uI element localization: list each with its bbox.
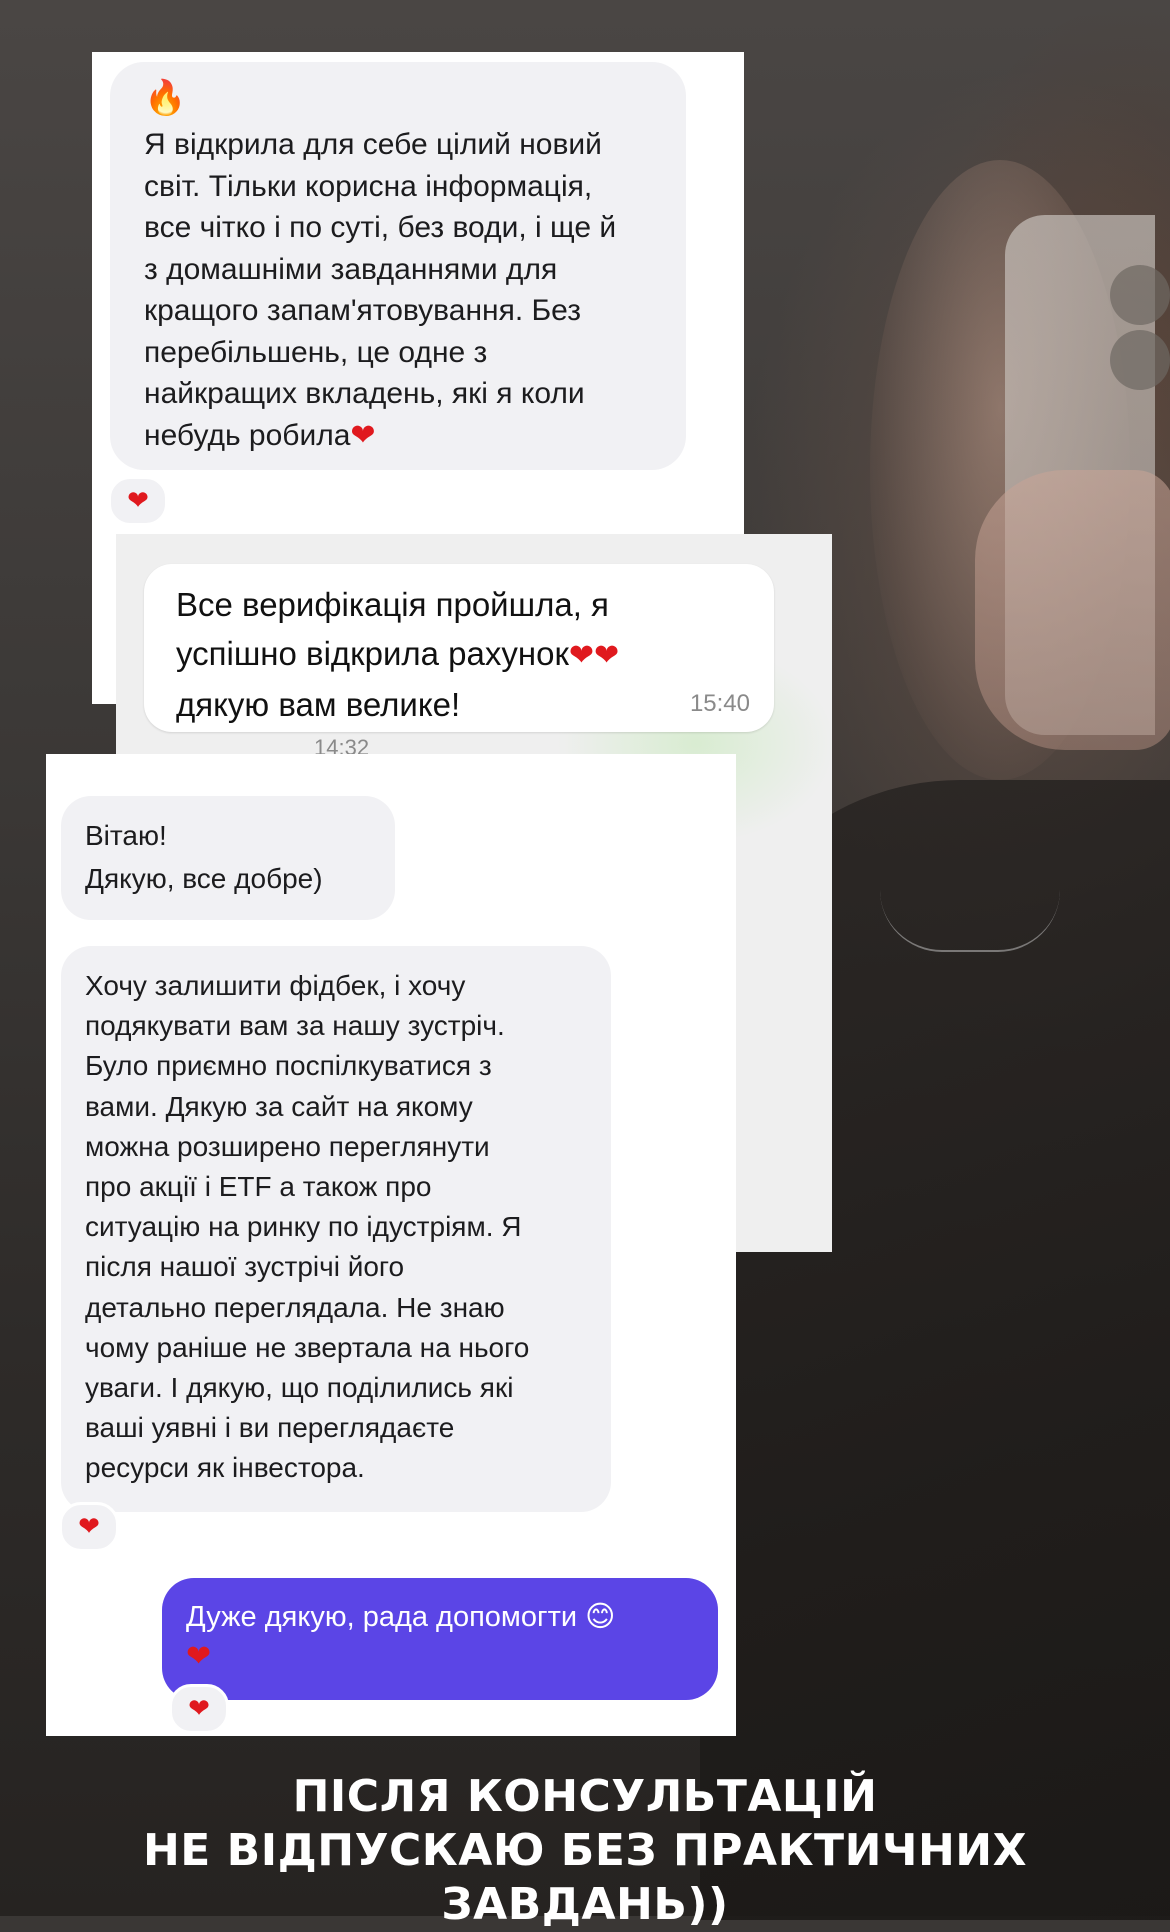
heart-icon: ❤❤ [568,638,620,673]
heart-reaction-icon[interactable]: ❤ [59,1502,119,1552]
incoming-message-bubble: Вітаю! Дякую, все добре) [61,796,395,920]
background-phone-camera [1110,265,1170,325]
outgoing-message-bubble: Дуже дякую, рада допомогти 😊 ❤ [162,1578,718,1700]
message-timestamp: 15:40 [689,690,750,717]
heart-icon: ❤ [350,417,376,453]
incoming-message-bubble: Хочу залишити фідбек, і хочу подякувати … [61,946,611,1512]
caption-line: ПІСЛЯ КОНСУЛЬТАЦІЙ [292,1771,878,1822]
story-caption: ПІСЛЯ КОНСУЛЬТАЦІЙ НЕ ВІДПУСКАЮ БЕЗ ПРАК… [0,1770,1170,1932]
fire-icon: 🔥 [144,78,187,118]
message-text: Все верифікація пройшла, я успішно відкр… [176,586,620,723]
message-text: Дуже дякую, рада допомогти 😊 ❤ [186,1601,616,1674]
background-phone-camera [1110,330,1170,390]
incoming-message-bubble: 🔥 Я відкрила для себе цілий новий світ. … [110,62,686,470]
message-text: Вітаю! Дякую, все добре) [85,820,323,894]
heart-reaction-icon[interactable]: ❤ [169,1684,229,1734]
incoming-message-bubble: Все верифікація пройшла, я успішно відкр… [144,564,774,732]
heart-icon: ❤ [186,1639,212,1674]
heart-reaction-icon[interactable]: ❤ [108,476,168,526]
chat-screenshot-3: Вітаю! Дякую, все добре) Хочу залишити ф… [46,754,736,1736]
message-text: Хочу залишити фідбек, і хочу подякувати … [85,970,530,1484]
background-hand [975,470,1170,750]
message-text: Я відкрила для себе цілий новий світ. Ті… [144,128,617,453]
